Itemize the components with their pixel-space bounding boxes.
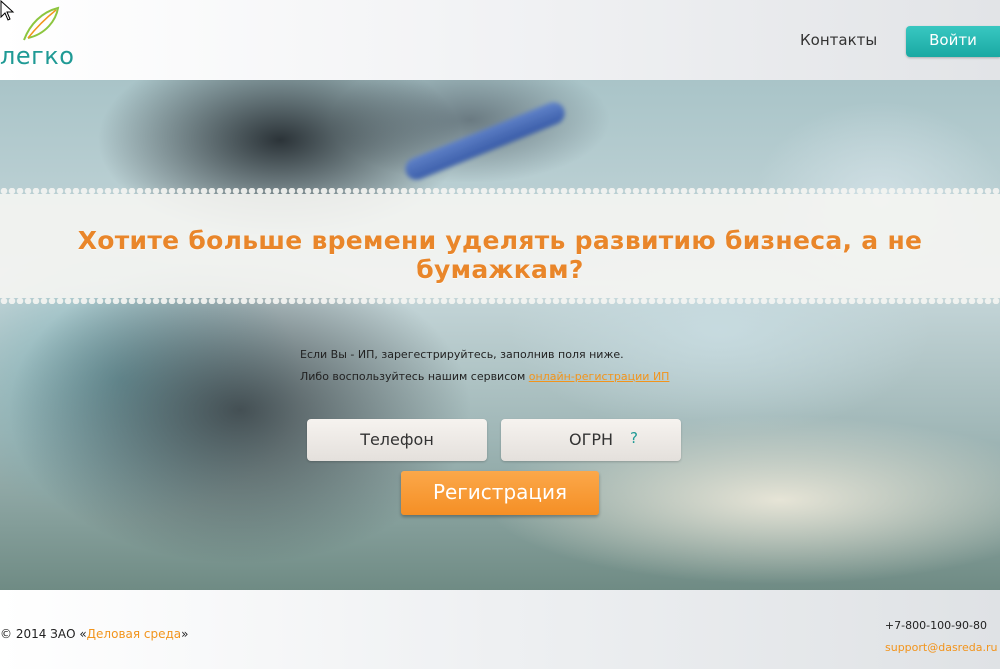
footer-phone: +7-800-100-90-80 <box>884 619 987 632</box>
site-header: легко Контакты Войти <box>0 0 1000 80</box>
online-registration-link[interactable]: онлайн-регистрации ИП <box>529 370 670 383</box>
copyright-suffix: » <box>181 627 189 641</box>
hero-headline: Хотите больше времени уделять развитию б… <box>77 226 923 284</box>
phone-input[interactable]: Телефон <box>307 419 487 461</box>
hero-section: Хотите больше времени уделять развитию б… <box>0 80 1000 590</box>
band-edge-bottom <box>0 298 1000 304</box>
login-button[interactable]: Войти <box>906 26 1000 57</box>
info-line-1: Если Вы - ИП, зарегестрируйтесь, заполни… <box>300 348 624 361</box>
register-button[interactable]: Регистрация <box>401 471 599 515</box>
footer-email-link[interactable]: support@dasreda.ru <box>885 641 997 654</box>
logo[interactable]: легко <box>0 4 80 70</box>
info-line-2: Либо воспользуйтесь нашим сервисом онлай… <box>300 366 669 388</box>
ogrn-input[interactable]: ОГРН ? <box>501 419 681 461</box>
ogrn-placeholder: ОГРН <box>568 430 614 449</box>
nav-contacts-link[interactable]: Контакты <box>800 31 877 49</box>
info-line-2-prefix: Либо воспользуйтесь нашим сервисом <box>300 370 526 383</box>
logo-text: легко <box>0 42 75 70</box>
ogrn-help-icon[interactable]: ? <box>630 417 638 459</box>
copyright-prefix: © 2014 ЗАО « <box>0 627 87 641</box>
company-link[interactable]: Деловая среда <box>87 627 181 641</box>
copyright: © 2014 ЗАО «Деловая среда» <box>0 627 189 641</box>
info-text: Если Вы - ИП, зарегестрируйтесь, заполни… <box>300 344 669 388</box>
phone-placeholder: Телефон <box>360 430 434 449</box>
site-footer: © 2014 ЗАО «Деловая среда» +7-800-100-90… <box>0 590 1000 669</box>
hero-background-pen <box>402 98 568 184</box>
leaf-logo-icon <box>23 6 60 41</box>
